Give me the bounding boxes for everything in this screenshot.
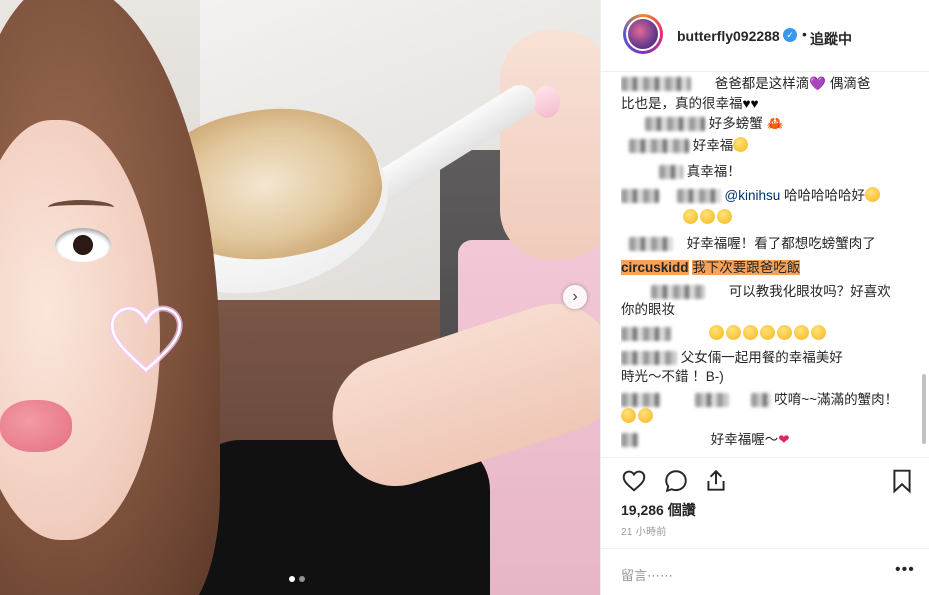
comment-row: 哎唷~~滿滿的蟹肉！ <box>621 390 898 409</box>
bookmark-icon[interactable] <box>889 468 915 494</box>
blurred-username <box>629 139 689 154</box>
post-timestamp[interactable]: 21 小時前 <box>621 523 667 538</box>
carousel-dots <box>289 576 305 582</box>
blurred-username <box>659 165 683 180</box>
comment-row: 可以教我化眼妆吗？好喜欢 <box>621 282 891 301</box>
blurred-username <box>621 327 671 342</box>
comment-text: 可以教我化眼妆吗？好喜欢 <box>728 284 891 299</box>
verified-badge-icon: ✓ <box>783 28 797 42</box>
comment-row: @kinihsu 哈哈哈哈哈好 <box>621 186 882 205</box>
comment-row: 爸爸都是这样滴💜 偶滴爸 <box>621 74 870 93</box>
comment-text: 好多螃蟹 <box>708 116 763 131</box>
comment-text: 好幸福喔～ <box>710 432 779 447</box>
blurred-username <box>621 77 691 92</box>
mention-link[interactable]: @kinihsu <box>725 188 781 203</box>
comment-row: circuskidd 我下次要跟爸吃飯 <box>621 258 801 277</box>
red-heart-icon: ❤ <box>778 432 790 447</box>
comment-row <box>621 407 655 426</box>
laugh-emojis-icon <box>621 408 655 424</box>
comments-list[interactable]: 爸爸都是这样滴💜 偶滴爸 比也是，真的很幸福♥♥ 好多螃蟹 🦀 好幸福 真幸福！… <box>621 74 917 452</box>
likes-count[interactable]: 19,286 個讚 <box>621 500 696 520</box>
smile-emoji-icon <box>733 137 749 152</box>
comment-text: 好幸福喔！看了都想吃螃蟹肉了 <box>686 236 876 251</box>
blurred-username <box>621 433 639 448</box>
heart-outline-icon[interactable] <box>621 468 647 494</box>
blurred-username <box>651 285 705 300</box>
comment-text: 我下次要跟爸吃飯 <box>692 260 801 275</box>
comment-text: 好幸福 <box>692 138 734 153</box>
blurred-username <box>750 393 771 408</box>
blurred-username <box>676 189 721 204</box>
comment-row <box>621 324 828 343</box>
username-link[interactable]: butterfly092288 <box>677 28 780 44</box>
blurred-username <box>621 351 677 366</box>
separator-dot: • <box>802 26 807 42</box>
comment-text: 爸爸都是这样滴 <box>714 76 810 91</box>
scrollbar-thumb[interactable] <box>922 374 926 444</box>
crab-icon: 🦀 <box>766 116 784 131</box>
avatar[interactable] <box>623 14 663 54</box>
comment-text: 哈哈哈哈哈好 <box>784 188 866 203</box>
photo-eye <box>55 228 111 262</box>
carousel-dot[interactable] <box>299 576 305 582</box>
blurred-username <box>694 393 729 408</box>
following-button[interactable]: 追蹤中 <box>810 29 852 49</box>
comment-row: 真幸福！ <box>621 162 741 181</box>
share-arrow-icon[interactable] <box>703 468 729 494</box>
photo-lips <box>0 400 72 452</box>
comment-row: 好幸福 <box>621 136 750 155</box>
photo-hand <box>500 30 600 260</box>
comment-row <box>621 208 734 227</box>
laugh-emoji-icon <box>865 187 881 202</box>
more-dots-icon[interactable]: ••• <box>895 561 915 579</box>
comment-text: 時光～不錯 ！B-) <box>621 369 724 384</box>
blurred-username <box>645 117 705 132</box>
blurred-username <box>621 189 659 204</box>
blurred-username <box>621 393 661 408</box>
comment-row: 父女倆一起用餐的幸福美好 <box>621 348 843 367</box>
post-actions-bar <box>601 457 929 497</box>
comment-input[interactable]: 留言⋯⋯ <box>621 565 673 584</box>
heart-sticker-icon <box>109 305 183 374</box>
comment-text: 父女倆一起用餐的幸福美好 <box>680 350 843 365</box>
comment-row: 你的眼妆 <box>621 300 675 319</box>
smile-emojis-icon <box>683 209 734 225</box>
smile-emojis-icon <box>708 325 828 341</box>
avatar-image <box>626 17 660 51</box>
comment-row: 好幸福喔～❤ <box>621 430 790 449</box>
comment-row: 好幸福喔！看了都想吃螃蟹肉了 <box>621 234 876 253</box>
blurred-username <box>629 237 673 252</box>
add-comment-bar: 留言⋯⋯ ••• <box>601 548 929 595</box>
post-header: butterfly092288 ✓ • 追蹤中 <box>601 0 929 72</box>
comment-text: 哎唷~~滿滿的蟹肉！ <box>774 392 899 407</box>
chevron-right-icon[interactable]: › <box>563 285 587 309</box>
comment-text: 比也是，真的很幸福 <box>621 96 743 111</box>
black-hearts-icon: ♥♥ <box>742 96 759 111</box>
comment-row: 比也是，真的很幸福♥♥ <box>621 94 759 113</box>
comment-row: 好多螃蟹 🦀 <box>621 114 783 133</box>
carousel-dot-active[interactable] <box>289 576 295 582</box>
comment-bubble-icon[interactable] <box>663 468 689 494</box>
post-photo[interactable]: › <box>0 0 600 595</box>
comment-text: 你的眼妆 <box>621 302 675 317</box>
photo-nail <box>534 86 560 118</box>
comments-scrollbar[interactable] <box>921 74 927 452</box>
comment-text: 偶滴爸 <box>829 76 871 91</box>
purple-heart-icon: 💜 <box>809 76 827 91</box>
post-side-panel: butterfly092288 ✓ • 追蹤中 爸爸都是这样滴💜 偶滴爸 比也是… <box>600 0 929 595</box>
comment-row: 時光～不錯 ！B-) <box>621 367 724 386</box>
comment-username-link[interactable]: circuskidd <box>621 260 689 275</box>
comment-text: 真幸福！ <box>686 164 741 179</box>
photo-eyebrow <box>48 200 114 215</box>
